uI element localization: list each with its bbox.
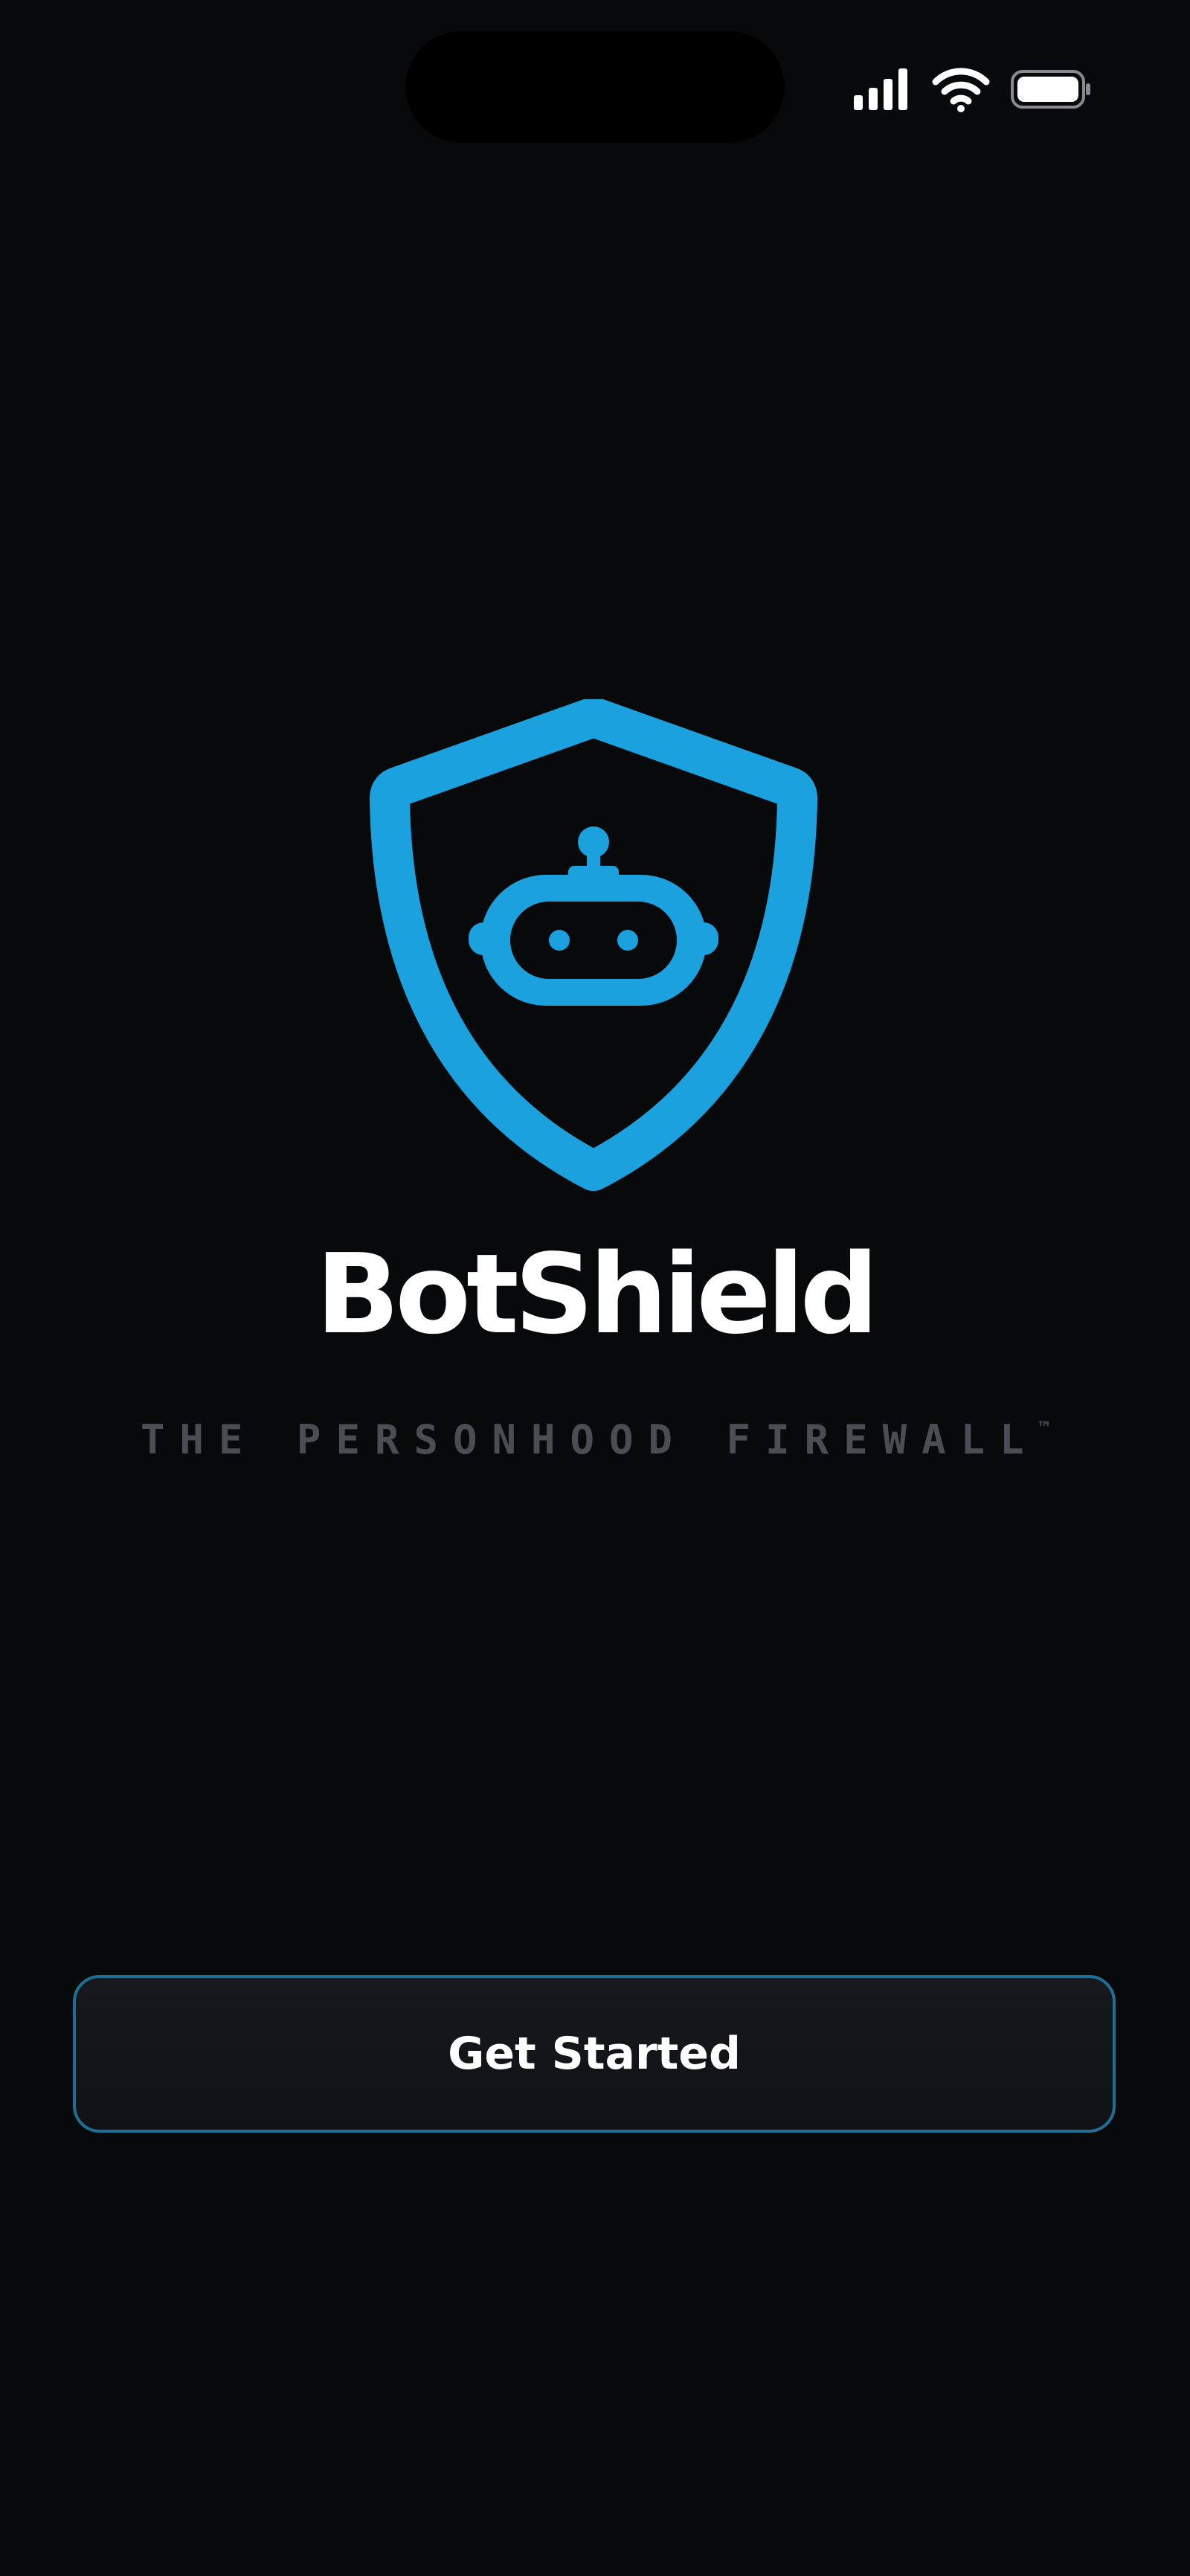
welcome-screen: BotShield THE PERSONHOOD FIREWALL™ Get S… <box>0 0 1190 2576</box>
tagline: THE PERSONHOOD FIREWALL™ <box>0 1398 1190 1470</box>
cellular-signal-icon <box>854 68 907 110</box>
battery-icon <box>1011 70 1090 109</box>
botshield-logo-icon <box>369 699 818 1191</box>
wifi-icon <box>932 68 990 112</box>
trademark-symbol: ™ <box>1038 1418 1050 1439</box>
tagline-text: THE PERSONHOOD FIREWALL <box>140 1416 1039 1463</box>
dynamic-island <box>405 31 785 143</box>
status-bar-icons <box>848 65 1093 113</box>
get-started-button[interactable]: Get Started <box>73 1975 1116 2133</box>
brand-name: BotShield <box>315 1230 879 1358</box>
